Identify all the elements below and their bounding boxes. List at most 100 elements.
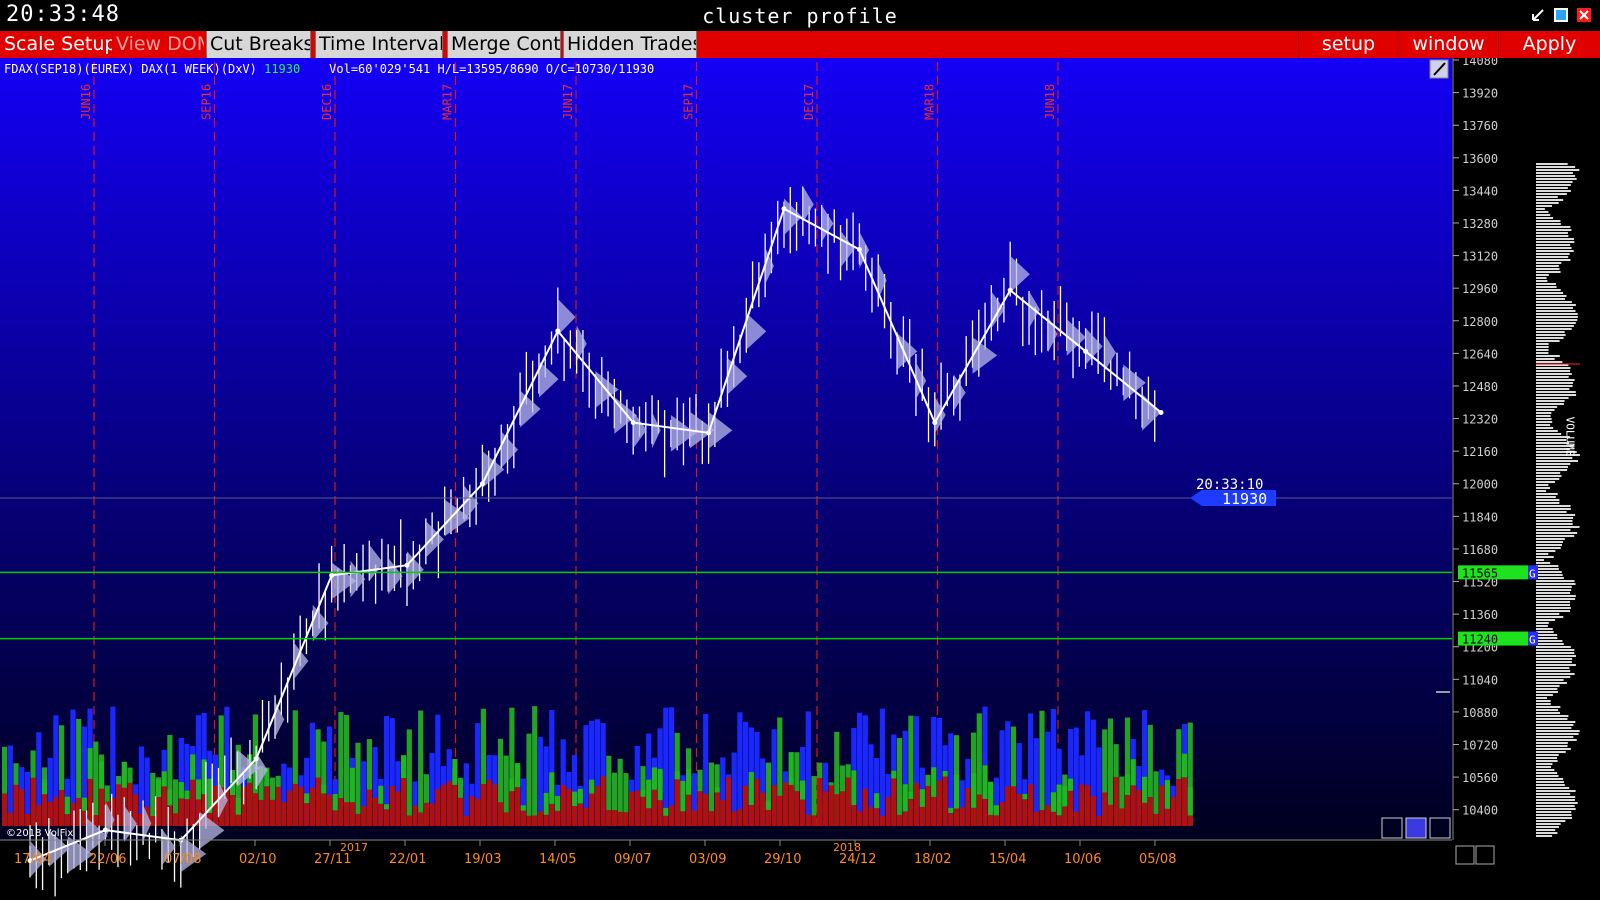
window-button[interactable]: window: [1398, 31, 1498, 58]
volume-bar-buy: [993, 805, 999, 816]
setup-button[interactable]: setup: [1298, 31, 1398, 58]
volume-bar-buy: [190, 754, 196, 780]
volume-bar-buy: [161, 771, 167, 787]
expiry-label: MAR17: [441, 84, 455, 120]
volume-bar-sell: [36, 804, 42, 826]
volume-bar-buy: [184, 790, 190, 800]
volume-bar-sell: [395, 791, 401, 826]
cut-breaks-button[interactable]: Cut Breaks: [206, 31, 311, 58]
x-tick-label: 18/02: [914, 852, 951, 867]
volume-bar-sell: [1050, 811, 1056, 826]
volume-bar-buy: [98, 761, 105, 789]
merge-contracts-button[interactable]: Merge Contr: [447, 31, 561, 58]
hidden-trades-button[interactable]: Hidden Trades: [563, 31, 697, 58]
volume-bar-sell: [640, 796, 646, 826]
volume-bar-buy: [572, 791, 578, 807]
x-tick-label: 29/10: [764, 852, 801, 867]
volume-bar-sell: [743, 785, 749, 826]
volume-bar-sell: [760, 792, 766, 826]
volume-bar-sell: [976, 794, 982, 826]
price-chart[interactable]: JUN16 SEP16 DEC16 MAR17 JUN17 SEP17 DEC17 MAR18…: [0, 58, 1600, 900]
volume-bar-buy: [1022, 793, 1028, 800]
volume-bar-sell: [931, 796, 937, 826]
x-tick-label: 22/01: [389, 852, 426, 867]
volume-bar-sell: [173, 813, 179, 826]
volume-bar-sell: [452, 784, 458, 826]
volume-bar: [532, 706, 538, 826]
volume-bar-sell: [720, 799, 726, 826]
volume-bar-sell: [697, 791, 703, 826]
volume-bar-sell: [1159, 785, 1165, 826]
volume-bar-sell: [594, 786, 600, 826]
volume-bar-buy: [515, 763, 521, 788]
volume-bar-sell: [281, 802, 287, 826]
y-tick-label: 10880: [1462, 706, 1498, 720]
volume-bar-buy: [383, 804, 390, 810]
volume-bar-sell: [629, 791, 635, 826]
y-tick-label: 14080: [1462, 58, 1498, 68]
volume-bar-sell: [1136, 790, 1142, 826]
volume-bar-sell: [583, 807, 589, 826]
time-interval-button[interactable]: Time Interval: [315, 31, 443, 58]
volume-bar-sell: [703, 793, 709, 826]
x-tick-label: 09/07: [614, 852, 651, 867]
volume-bar-sell: [879, 815, 885, 826]
view-dom-button[interactable]: View DOM: [116, 31, 204, 58]
volume-bar: [355, 742, 361, 826]
year-label: 2018: [833, 841, 861, 854]
volume-bar-sell: [993, 815, 999, 826]
volume-bar-sell: [902, 811, 908, 826]
expiry-label: SEP17: [682, 84, 696, 120]
volume-bar-buy: [121, 761, 127, 788]
volume-bar-sell: [1181, 777, 1188, 826]
close-icon[interactable]: [1576, 7, 1592, 23]
volume-bar-sell: [1187, 815, 1193, 826]
volume-bar-sell: [338, 798, 344, 826]
volume-bar-sell: [509, 791, 515, 826]
x-tick-label: 17/04: [14, 852, 51, 867]
volume-bar-sell: [401, 778, 407, 826]
volume-bar-sell: [64, 814, 70, 826]
volume-bar-sell: [896, 814, 903, 826]
volume-bar-buy: [748, 772, 754, 805]
volume-bar-sell: [2, 793, 8, 826]
volume-bar-sell: [868, 807, 874, 826]
volume-bar-sell: [87, 778, 93, 826]
y-tick-label: 12800: [1462, 315, 1498, 329]
volume-bar-sell: [492, 784, 498, 826]
volume-bar-sell: [805, 814, 811, 826]
volume-bar-sell: [600, 776, 606, 826]
y-tick-label: 12480: [1462, 380, 1498, 394]
volume-bar-buy: [1181, 753, 1188, 778]
volume-bar-sell: [566, 789, 572, 826]
volume-bar-sell: [794, 791, 800, 826]
volume-bar-sell: [1096, 815, 1102, 826]
volume-bar-sell: [828, 785, 834, 826]
volume-bar-buy: [549, 772, 555, 804]
volume-bar: [896, 737, 903, 826]
volume-bar-sell: [651, 789, 657, 826]
restore-icon[interactable]: [1553, 7, 1569, 23]
last-price-value: 11930: [264, 62, 301, 76]
volume-bar-buy: [788, 752, 794, 785]
y-tick-label: 11840: [1462, 510, 1498, 524]
volume-bar-sell: [361, 806, 367, 826]
apply-button[interactable]: Apply: [1498, 31, 1600, 58]
volume-bar-sell: [857, 811, 863, 826]
scale-setup-button[interactable]: Scale Setup: [4, 31, 112, 58]
volume-bar-sell: [765, 809, 771, 826]
volume-bar-sell: [406, 815, 412, 826]
volume-bar-buy: [554, 796, 561, 811]
minimize-icon[interactable]: [1530, 7, 1546, 23]
volume-bar-sell: [326, 794, 333, 826]
layers-icon[interactable]: [1405, 817, 1427, 839]
y-tick-label: 12000: [1462, 478, 1498, 492]
instrument-name: FDAX(SEP18)(EUREX) DAX(1 WEEK)(DxV): [4, 62, 257, 76]
volume-bar-sell: [1176, 778, 1182, 826]
volume-bar-buy: [674, 771, 680, 780]
volume-bar-buy: [509, 778, 515, 792]
volume-bar-sell: [93, 815, 99, 826]
volume-bar-sell: [572, 806, 578, 826]
volume-bar-buy: [543, 792, 549, 815]
volume-bar-sell: [971, 807, 977, 826]
